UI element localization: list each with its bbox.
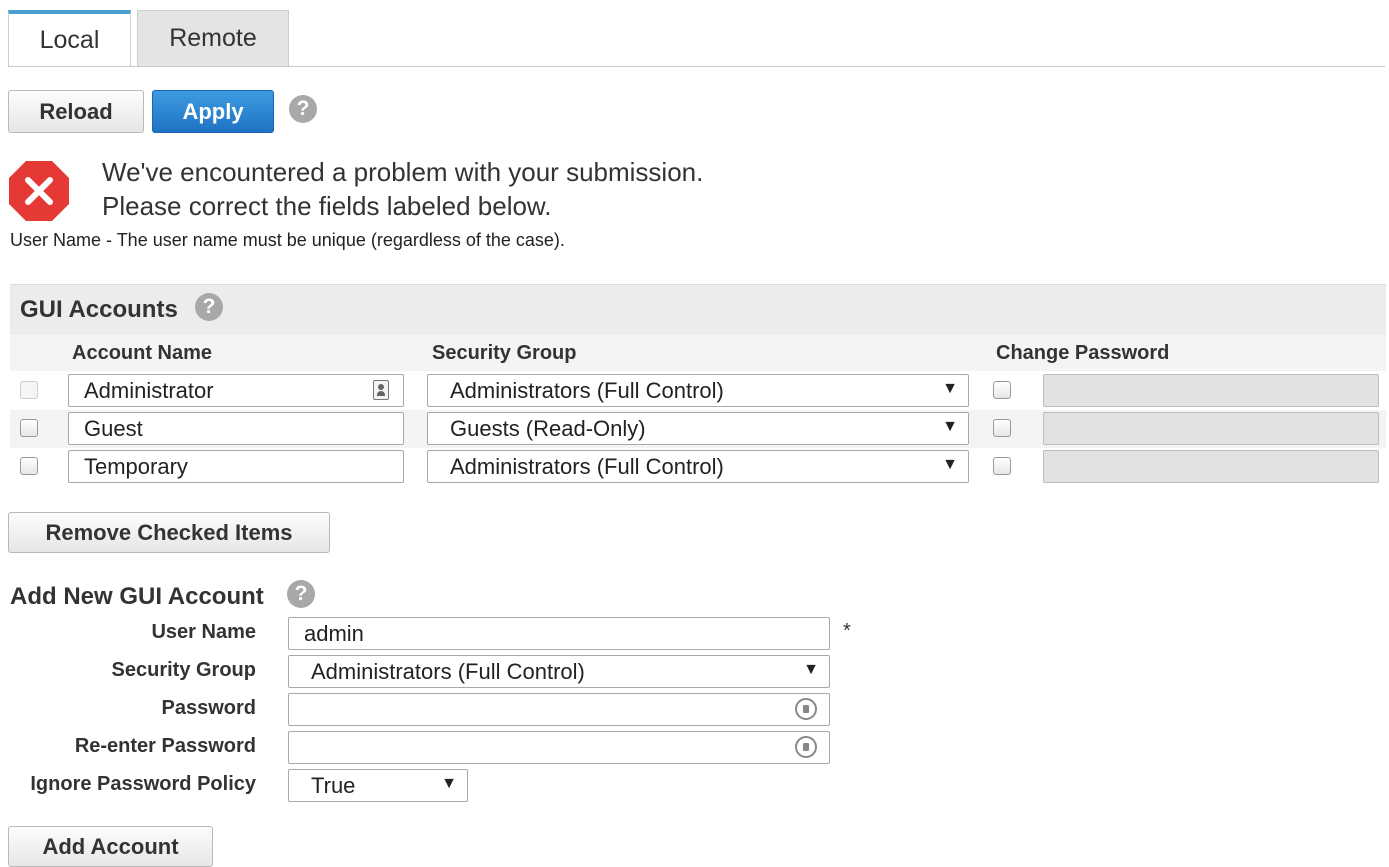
password-lock-icon[interactable] (795, 736, 817, 758)
error-message-line1: We've encountered a problem with your su… (102, 157, 704, 187)
table-header (10, 335, 1386, 371)
chevron-down-icon: ▼ (942, 380, 958, 397)
ignore-policy-value: True (311, 772, 356, 798)
account-name-value: Administrator (84, 377, 214, 403)
password-label: Password (161, 697, 256, 719)
security-group-value: Guests (Read-Only) (450, 415, 646, 441)
change-password-input (1043, 412, 1379, 445)
chevron-down-icon: ▼ (942, 418, 958, 435)
change-password-checkbox[interactable] (993, 381, 1011, 399)
change-password-checkbox[interactable] (993, 457, 1011, 475)
security-group-select[interactable]: Guests (Read-Only) ▼ (427, 412, 969, 445)
reenter-password-label: Re-enter Password (74, 735, 256, 757)
change-password-input (1043, 374, 1379, 407)
col-account-name: Account Name (72, 342, 213, 364)
add-account-help-icon[interactable]: ? (287, 580, 315, 608)
gui-accounts-title: GUI Accounts (20, 296, 178, 323)
row-select-checkbox[interactable] (20, 419, 38, 437)
account-name-value: Temporary (84, 453, 188, 479)
remove-checked-button[interactable]: Remove Checked Items (8, 512, 330, 553)
security-group-value: Administrators (Full Control) (450, 453, 724, 479)
apply-button[interactable]: Apply (152, 90, 274, 133)
chevron-down-icon: ▼ (942, 456, 958, 473)
error-detail: User Name - The user name must be unique… (10, 230, 565, 250)
security-group-label: Security Group (111, 659, 256, 681)
row-select-checkbox (20, 381, 38, 399)
user-name-input[interactable]: admin (288, 617, 830, 650)
gui-accounts-help-icon[interactable]: ? (195, 293, 223, 321)
tab-remote-label: Remote (169, 24, 257, 52)
required-marker: * (843, 620, 851, 642)
user-name-label: User Name (151, 621, 256, 643)
help-icon[interactable]: ? (289, 95, 317, 123)
reload-button[interactable]: Reload (8, 90, 144, 133)
chevron-down-icon: ▼ (441, 775, 457, 792)
add-account-title: Add New GUI Account (10, 583, 264, 610)
ignore-policy-label: Ignore Password Policy (30, 773, 256, 795)
error-message-line2: Please correct the fields labeled below. (102, 191, 552, 221)
ignore-policy-select[interactable]: True ▼ (288, 769, 468, 802)
account-name-input[interactable]: Guest (68, 412, 404, 445)
account-name-input[interactable]: Administrator (68, 374, 404, 407)
account-name-value: Guest (84, 415, 143, 441)
account-name-input[interactable]: Temporary (68, 450, 404, 483)
new-security-group-select[interactable]: Administrators (Full Control) ▼ (288, 655, 830, 688)
error-x-icon (9, 161, 69, 221)
password-input[interactable] (288, 693, 830, 726)
col-change-password: Change Password (996, 342, 1170, 364)
tab-local[interactable]: Local (8, 10, 131, 66)
security-group-value: Administrators (Full Control) (450, 377, 724, 403)
password-lock-icon[interactable] (795, 698, 817, 720)
security-group-select[interactable]: Administrators (Full Control) ▼ (427, 450, 969, 483)
security-group-select[interactable]: Administrators (Full Control) ▼ (427, 374, 969, 407)
user-name-value: admin (304, 620, 364, 646)
chevron-down-icon: ▼ (803, 661, 819, 678)
tab-local-label: Local (39, 25, 100, 54)
contact-card-icon (373, 380, 389, 400)
tab-divider (8, 66, 1385, 67)
change-password-input (1043, 450, 1379, 483)
new-security-group-value: Administrators (Full Control) (311, 658, 585, 684)
row-select-checkbox[interactable] (20, 457, 38, 475)
change-password-checkbox[interactable] (993, 419, 1011, 437)
col-security-group: Security Group (432, 342, 577, 364)
tab-remote[interactable]: Remote (137, 10, 289, 66)
reenter-password-input[interactable] (288, 731, 830, 764)
